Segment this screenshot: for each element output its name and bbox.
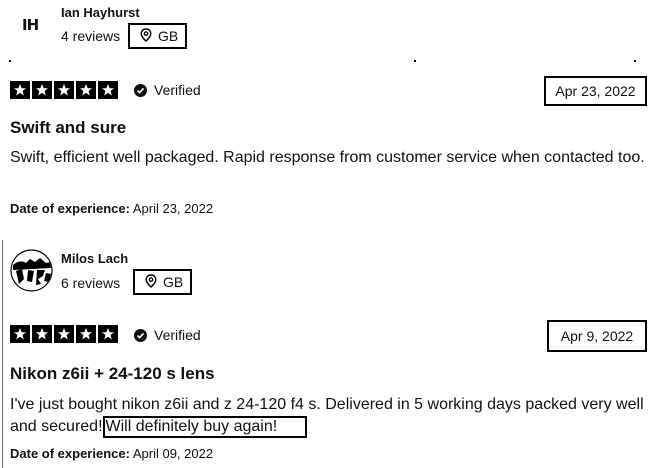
star-icon: [76, 81, 96, 99]
verified-check-icon: [134, 83, 147, 97]
country-badge: GB: [128, 23, 187, 49]
review-body: I've just bought nikon z6ii and z 24-120…: [10, 394, 650, 438]
location-pin-icon: [140, 27, 152, 45]
review-body: Swift, efficient well packaged. Rapid re…: [10, 149, 645, 166]
star-icon: [54, 325, 74, 343]
experience-date: April 23, 2022: [132, 201, 214, 216]
date-of-experience: Date of experience: April 23, 2022: [10, 201, 213, 216]
star-rating: [10, 81, 118, 99]
experience-label: Date of experience:: [10, 201, 130, 216]
reviewer-name[interactable]: Ian Hayhurst: [61, 5, 140, 20]
star-icon: [76, 325, 96, 343]
star-icon: [54, 81, 74, 99]
avatar[interactable]: IH: [22, 16, 39, 34]
verified-label: Verified: [154, 327, 201, 343]
experience-date: April 09, 2022: [132, 446, 214, 461]
verified-label: Verified: [154, 82, 201, 98]
star-rating: [10, 325, 118, 343]
verified-check-icon: [134, 328, 147, 342]
experience-label: Date of experience:: [10, 446, 130, 461]
star-icon: [10, 325, 30, 343]
reviews-count: 6 reviews: [61, 275, 121, 291]
review-date: Apr 23, 2022: [544, 76, 647, 106]
reviewer-name[interactable]: Milos Lach: [61, 251, 128, 266]
star-icon: [98, 325, 118, 343]
review-date: Apr 9, 2022: [547, 320, 647, 352]
star-icon: [98, 81, 118, 99]
date-of-experience: Date of experience: April 09, 2022: [10, 446, 213, 461]
country-code: GB: [163, 274, 184, 290]
review-card: IH Ian Hayhurst 4 reviews GB Verified Ap…: [0, 0, 657, 230]
verified-badge: Verified: [134, 327, 201, 343]
star-icon: [32, 81, 52, 99]
divider: [0, 60, 657, 64]
location-pin-icon: [145, 273, 157, 291]
highlighted-phrase: Will definitely buy again!: [102, 416, 308, 438]
reviews-count: 4 reviews: [61, 28, 121, 44]
star-icon: [10, 81, 30, 99]
verified-badge: Verified: [134, 82, 201, 98]
review-card: Milos Lach 6 reviews GB Verified Apr 9, …: [0, 240, 657, 468]
country-code: GB: [158, 28, 179, 44]
star-icon: [32, 325, 52, 343]
avatar[interactable]: [10, 249, 53, 292]
country-badge: GB: [133, 269, 192, 295]
review-title[interactable]: Swift and sure: [10, 118, 126, 138]
review-title[interactable]: Nikon z6ii + 24-120 s lens: [10, 364, 215, 384]
